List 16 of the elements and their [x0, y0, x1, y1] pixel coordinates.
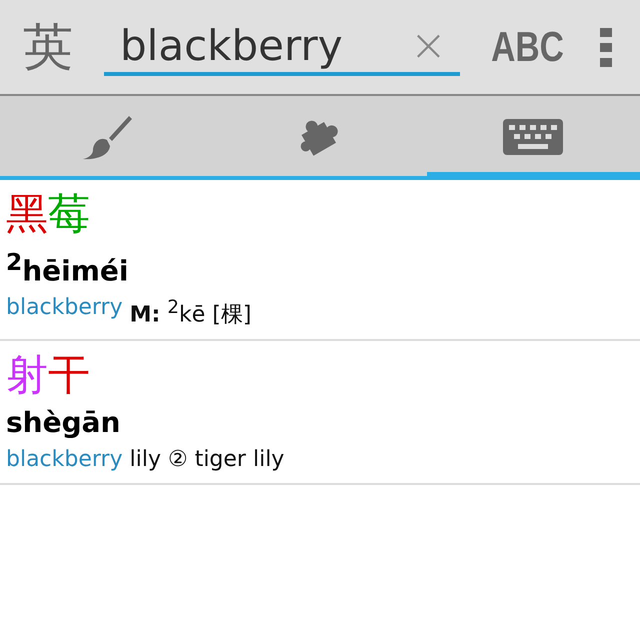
search-field[interactable]: blackberry × — [104, 18, 460, 76]
matched-word: blackberry — [6, 446, 123, 474]
hanzi-character: 干 — [48, 348, 90, 401]
keyboard-icon — [503, 119, 564, 155]
hanzi-character: 黑 — [6, 188, 48, 240]
clear-button[interactable]: × — [410, 20, 447, 70]
pinyin-text: shègān — [6, 404, 122, 441]
hanzi-character: 莓 — [48, 188, 90, 240]
menu-icon[interactable] — [600, 28, 612, 66]
pinyin-text: $^{2}$hēiméi — [6, 247, 130, 290]
matched-word: blackberry — [6, 294, 123, 322]
definition-text: lily ② tiger lily — [130, 446, 284, 474]
hanzi-character: 射 — [6, 348, 48, 401]
language-button[interactable]: 英 — [0, 14, 96, 80]
input-mode-button[interactable]: ABC — [491, 23, 564, 71]
definition-text: M: $^{2}$kē [棵] — [130, 296, 252, 330]
